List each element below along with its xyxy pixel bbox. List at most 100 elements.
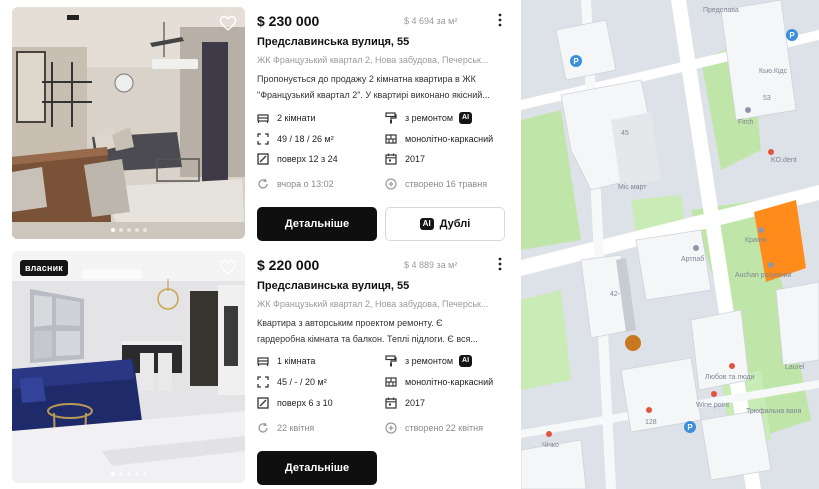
- plus-circle-icon: [385, 178, 397, 190]
- svg-text:P: P: [687, 423, 693, 432]
- feature-building-type: монолітно-каркасний: [385, 375, 493, 389]
- building-type-value: монолітно-каркасний: [405, 377, 494, 387]
- listing-description: Пропонується до продажу 2 кімнатна кварт…: [257, 71, 508, 103]
- map-label: 45: [621, 130, 629, 137]
- more-options-icon[interactable]: [497, 257, 503, 271]
- map-label: Трюфальна ваня: [746, 408, 802, 415]
- refresh-icon: [258, 422, 268, 433]
- photo-carousel-dots[interactable]: [110, 228, 147, 232]
- listing-complex: ЖК Французький квартал 2, Нова забудова,…: [257, 55, 489, 65]
- updated-value: вчора о 13:02: [277, 179, 334, 189]
- more-options-icon[interactable]: [497, 13, 503, 27]
- map-label: KO.dent: [771, 157, 797, 164]
- area-icon: [257, 133, 269, 145]
- paint-roller-icon: [385, 112, 397, 124]
- brick-icon: [385, 377, 397, 387]
- updated-value: 22 квітня: [277, 423, 315, 433]
- calendar-icon: [385, 397, 397, 409]
- map-label: Чічко: [542, 442, 559, 449]
- calendar-icon: [385, 153, 397, 165]
- listing-price: $ 230 000: [257, 13, 320, 29]
- map-label: 128: [645, 419, 657, 426]
- feature-renovation: з ремонтом AI: [385, 111, 473, 125]
- listing-address[interactable]: Предславинська вулиця, 55: [257, 36, 409, 48]
- map-label: 53: [763, 95, 771, 102]
- map-label: Міс март: [618, 184, 647, 191]
- paint-roller-icon: [385, 355, 397, 367]
- plus-circle-icon: [385, 422, 397, 434]
- listing-price: $ 220 000: [257, 257, 320, 273]
- description-line: "Французький квартал 2". У квартирі вико…: [257, 90, 490, 100]
- map-label: Firch: [738, 119, 754, 126]
- feature-created: створено 22 квітня: [385, 421, 483, 435]
- listing-photo[interactable]: власник: [12, 251, 245, 483]
- rooms-value: 1 кімната: [277, 356, 316, 366]
- feature-renovation: з ремонтом AI: [385, 354, 473, 368]
- living-room-photo: [12, 7, 245, 239]
- listing-address[interactable]: Предславинська вулиця, 55: [257, 280, 409, 292]
- description-line: Пропонується до продажу 2 кімнатна кварт…: [257, 74, 476, 84]
- details-button[interactable]: Детальніше: [257, 207, 377, 241]
- living-room-photo: [12, 251, 245, 483]
- floor-value: поверх 6 з 10: [277, 398, 333, 408]
- feature-created: створено 16 травня: [385, 177, 487, 191]
- refresh-icon: [258, 178, 268, 189]
- details-button[interactable]: Детальніше: [257, 451, 377, 485]
- duplicates-label: Дублі: [439, 218, 471, 230]
- description-line: Квартира з авторським проектом ремонту. …: [257, 318, 443, 328]
- photo-carousel-dots[interactable]: [110, 472, 147, 476]
- ai-badge: AI: [459, 355, 473, 367]
- feature-floor: поверх 6 з 10: [257, 396, 333, 410]
- map-panel[interactable]: P P P Предслава Кью.Кідс 53 45 Firch KO.…: [521, 0, 819, 489]
- map-label: Кью.Кідс: [759, 68, 788, 75]
- map-label: Любов та люди: [705, 374, 755, 381]
- area-value: 45 / - / 20 м²: [277, 377, 327, 387]
- listing-complex: ЖК Французький квартал 2, Нова забудова,…: [257, 299, 489, 309]
- listing-description: Квартира з авторським проектом ремонту. …: [257, 315, 508, 347]
- feature-floor: поверх 12 з 24: [257, 152, 338, 166]
- feature-area: 45 / - / 20 м²: [257, 375, 327, 389]
- favorite-heart-icon[interactable]: [219, 14, 237, 32]
- brick-icon: [385, 134, 397, 144]
- feature-area: 49 / 18 / 26 м²: [257, 132, 334, 146]
- map-label: Wine point: [696, 402, 730, 409]
- price-per-m2: $ 4 889 за м²: [404, 260, 458, 270]
- renovation-value: з ремонтом: [405, 356, 454, 366]
- duplicates-button[interactable]: AI Дублі: [385, 207, 505, 241]
- feature-updated: 22 квітня: [257, 421, 314, 435]
- created-value: створено 16 травня: [405, 179, 488, 189]
- stairs-icon: [257, 153, 269, 165]
- ai-badge: AI: [419, 218, 434, 230]
- floor-value: поверх 12 з 24: [277, 154, 338, 164]
- map-label: Артпаб: [681, 256, 705, 263]
- feature-rooms: 1 кімната: [257, 354, 315, 368]
- building-type-value: монолітно-каркасний: [405, 134, 494, 144]
- search-results-page: $ 230 000 $ 4 694 за м² Предславинська в…: [0, 0, 819, 489]
- ai-badge: AI: [459, 112, 473, 124]
- year-value: 2017: [405, 154, 426, 164]
- bed-icon: [257, 114, 269, 123]
- map-label: Laurel: [785, 364, 805, 371]
- area-value: 49 / 18 / 26 м²: [277, 134, 334, 144]
- map-label: 42-: [610, 291, 621, 298]
- listing-photo[interactable]: [12, 7, 245, 239]
- area-icon: [257, 376, 269, 388]
- favorite-heart-icon[interactable]: [219, 258, 237, 276]
- stairs-icon: [257, 397, 269, 409]
- bed-icon: [257, 357, 269, 366]
- feature-building-type: монолітно-каркасний: [385, 132, 493, 146]
- description-line: гардеробна кімната та балкон. Теплі підл…: [257, 334, 478, 344]
- feature-rooms: 2 кімнати: [257, 111, 316, 125]
- map-label: Предслава: [703, 7, 739, 14]
- owner-badge: власник: [20, 260, 69, 276]
- price-per-m2: $ 4 694 за м²: [404, 16, 458, 26]
- rooms-value: 2 кімнати: [277, 113, 316, 123]
- feature-updated: вчора о 13:02: [257, 177, 334, 191]
- created-value: створено 22 квітня: [405, 423, 483, 433]
- svg-text:P: P: [573, 57, 579, 66]
- feature-year: 2017: [385, 396, 425, 410]
- renovation-value: з ремонтом: [405, 113, 454, 123]
- map-label: Країна: [745, 237, 767, 244]
- feature-year: 2017: [385, 152, 425, 166]
- listing-column: $ 230 000 $ 4 694 за м² Предславинська в…: [0, 0, 514, 489]
